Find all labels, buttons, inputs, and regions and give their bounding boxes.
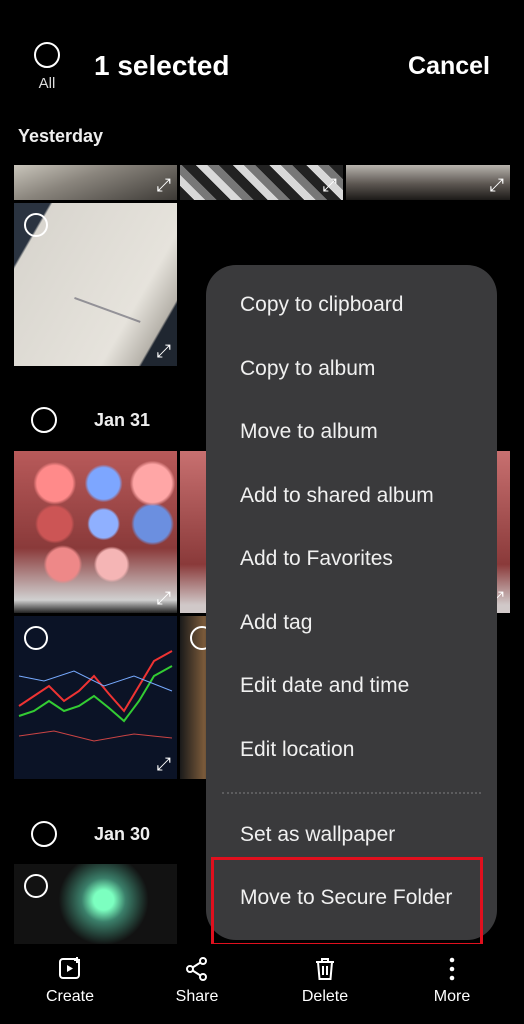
photo-thumbnail[interactable]: ⤢: [346, 165, 510, 200]
photo-thumbnail[interactable]: ⤢: [180, 165, 343, 200]
more-label: More: [433, 988, 471, 1005]
menu-item-copy-to-album[interactable]: Copy to album: [240, 357, 375, 381]
selection-header: All 1 selected Cancel: [0, 0, 524, 110]
create-button[interactable]: Create: [25, 956, 115, 1006]
menu-item-move-to-album[interactable]: Move to album: [240, 420, 378, 444]
photo-thumbnail[interactable]: [14, 864, 177, 944]
context-menu: Copy to clipboard Copy to album Move to …: [206, 265, 497, 940]
section-select-checkbox[interactable]: [31, 821, 57, 847]
more-button[interactable]: More: [407, 956, 497, 1006]
handwriting-decoration: [74, 233, 164, 323]
menu-item-edit-location[interactable]: Edit location: [240, 738, 354, 762]
more-vertical-icon: [407, 956, 497, 986]
create-label: Create: [45, 988, 95, 1005]
section-label-jan-31: Jan 31: [94, 410, 151, 430]
delete-label: Delete: [301, 988, 349, 1005]
photo-select-checkbox[interactable]: [24, 213, 48, 237]
select-all-label: All: [38, 75, 56, 92]
menu-item-add-to-shared-album[interactable]: Add to shared album: [240, 484, 434, 508]
menu-item-edit-date-and-time[interactable]: Edit date and time: [240, 674, 409, 698]
expand-icon[interactable]: ⤢: [157, 755, 171, 773]
share-button[interactable]: Share: [152, 956, 242, 1006]
photo-thumbnail[interactable]: ⤢: [14, 616, 177, 779]
section-label-jan-30: Jan 30: [94, 824, 151, 844]
menu-item-add-to-favorites[interactable]: Add to Favorites: [240, 547, 393, 571]
photo-thumbnail[interactable]: ⤢: [14, 165, 177, 200]
share-label: Share: [175, 988, 219, 1005]
select-all-checkbox[interactable]: [34, 42, 60, 68]
expand-icon[interactable]: ⤢: [157, 589, 171, 607]
photo-select-checkbox[interactable]: [24, 874, 48, 898]
expand-icon[interactable]: ⤢: [157, 176, 171, 194]
photo-select-checkbox[interactable]: [24, 626, 48, 650]
share-icon: [152, 956, 242, 986]
expand-icon[interactable]: ⤢: [490, 176, 504, 194]
section-label-yesterday: Yesterday: [18, 126, 104, 146]
create-icon: [25, 956, 115, 986]
photo-thumbnail[interactable]: ⤢: [14, 451, 177, 613]
photo-thumbnail[interactable]: ⤢: [14, 203, 177, 366]
menu-item-set-as-wallpaper[interactable]: Set as wallpaper: [240, 823, 395, 847]
expand-icon[interactable]: ⤢: [157, 342, 171, 360]
menu-item-copy-to-clipboard[interactable]: Copy to clipboard: [240, 293, 403, 317]
expand-icon[interactable]: ⤢: [323, 176, 337, 194]
selection-count-title: 1 selected: [94, 50, 230, 81]
menu-item-add-tag[interactable]: Add tag: [240, 611, 312, 635]
trash-icon: [280, 956, 370, 986]
section-select-checkbox[interactable]: [31, 407, 57, 433]
delete-button[interactable]: Delete: [280, 956, 370, 1006]
bottom-action-bar: Create Share Delete More: [0, 944, 524, 1024]
menu-divider: [222, 792, 481, 794]
cancel-button[interactable]: Cancel: [408, 52, 490, 81]
select-all-toggle[interactable]: All: [30, 42, 64, 92]
highlight-box: [211, 857, 483, 946]
